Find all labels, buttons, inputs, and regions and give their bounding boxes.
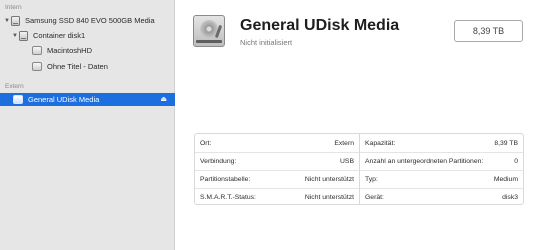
info-row: Anzahl an untergeordneten Partitionen: 0 (360, 152, 523, 170)
volume-icon (13, 95, 23, 104)
volume-icon (32, 62, 42, 71)
chevron-down-icon[interactable]: ▼ (11, 33, 19, 39)
info-value: Medium (493, 176, 518, 183)
sidebar-item-label: Ohne Titel - Daten (47, 62, 108, 71)
device-title: General UDisk Media (240, 17, 400, 34)
volume-icon (32, 46, 42, 55)
container-icon (19, 30, 28, 41)
info-value: Nicht unterstützt (304, 194, 354, 201)
info-key: Partitionstabelle: (200, 176, 251, 183)
info-value: disk3 (502, 194, 518, 201)
info-key: Ort: (200, 139, 212, 147)
info-row: Kapazität: 8,39 TB (360, 134, 523, 152)
info-value: 0 (514, 158, 518, 165)
sidebar-item-label: Samsung SSD 840 EVO 500GB Media (25, 16, 155, 25)
info-key: S.M.A.R.T.-Status: (200, 194, 256, 201)
info-key: Verbindung: (200, 158, 237, 165)
info-value: USB (340, 158, 354, 165)
sidebar-item-ohne-titel-daten[interactable]: Ohne Titel - Daten (0, 60, 175, 73)
info-row: Typ: Medium (360, 170, 523, 188)
info-row: Gerät: disk3 (360, 188, 523, 206)
info-value: 8,39 TB (494, 139, 518, 147)
info-table: Ort: Extern Verbindung: USB Partitionsta… (194, 133, 524, 205)
section-label-intern: Intern (5, 4, 22, 11)
sidebar-item-label: Container disk1 (33, 31, 86, 40)
capacity-badge: 8,39 TB (454, 20, 523, 42)
sidebar-item-container-disk1[interactable]: ▼ Container disk1 (0, 29, 175, 42)
sidebar: Intern ▼ Samsung SSD 840 EVO 500GB Media… (0, 0, 175, 250)
info-value: Extern (334, 139, 354, 147)
sidebar-item-label: MacintoshHD (47, 46, 93, 55)
sidebar-item-label: General UDisk Media (28, 95, 100, 104)
info-row: Partitionstabelle: Nicht unterstützt (195, 170, 359, 188)
section-label-extern: Extern (5, 83, 24, 90)
info-row: Verbindung: USB (195, 152, 359, 170)
info-column-right: Kapazität: 8,39 TB Anzahl an untergeordn… (359, 134, 523, 204)
detail-pane: General UDisk Media Nicht initialisiert … (176, 0, 542, 250)
info-key: Gerät: (365, 194, 384, 201)
sidebar-item-general-udisk[interactable]: General UDisk Media ⏏ (0, 93, 175, 106)
info-row: Ort: Extern (195, 134, 359, 152)
drive-icon (11, 15, 20, 26)
eject-icon[interactable]: ⏏ (160, 95, 167, 103)
info-key: Typ: (365, 176, 378, 183)
info-column-left: Ort: Extern Verbindung: USB Partitionsta… (195, 134, 359, 204)
chevron-down-icon[interactable]: ▼ (3, 18, 11, 24)
info-value: Nicht unterstützt (304, 176, 354, 183)
device-status: Nicht initialisiert (240, 38, 293, 47)
sidebar-item-macintoshhd[interactable]: MacintoshHD (0, 44, 175, 57)
info-key: Anzahl an untergeordneten Partitionen: (365, 158, 484, 165)
info-row: S.M.A.R.T.-Status: Nicht unterstützt (195, 188, 359, 206)
hard-disk-icon (193, 15, 225, 47)
sidebar-item-samsung-ssd[interactable]: ▼ Samsung SSD 840 EVO 500GB Media (0, 14, 175, 27)
info-key: Kapazität: (365, 139, 396, 147)
